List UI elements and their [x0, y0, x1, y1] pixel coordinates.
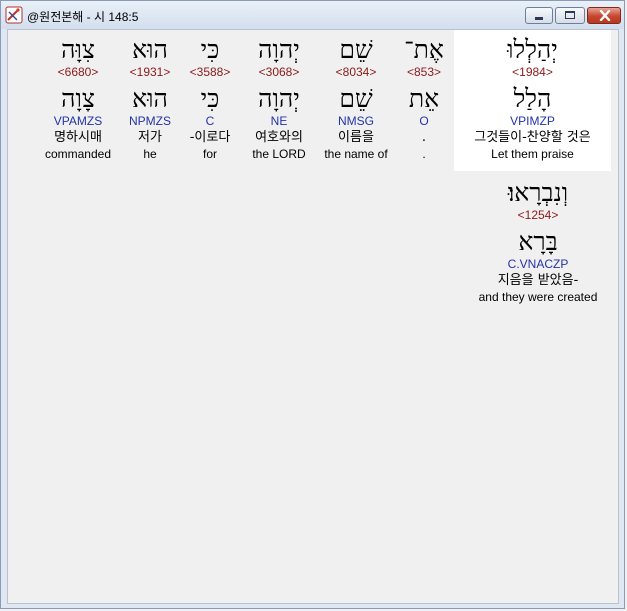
word-cell[interactable]: יְהוָה <3068> יְהוָה NE 여호와의 the LORD [242, 30, 316, 171]
close-button[interactable] [587, 7, 621, 24]
lemma-word: כִּי [200, 84, 220, 113]
korean-gloss: 저가 [138, 130, 162, 145]
lemma-word: הוּא [132, 84, 168, 113]
parse-code: NE [270, 114, 288, 128]
english-gloss: for [202, 147, 217, 161]
english-gloss: commanded [44, 147, 112, 161]
korean-gloss: -이로다 [189, 130, 231, 145]
lemma-word: שֵׁם [339, 84, 373, 113]
parse-code: O [419, 114, 429, 128]
strong-number-link[interactable]: <1931> [118, 65, 182, 80]
hebrew-word: וְנִבְרָאוּ׃ [507, 178, 569, 207]
window-title: @원전본해 - 시 148:5 [27, 10, 139, 24]
parse-code: VPAMZS [53, 114, 103, 128]
strong-number-link[interactable]: <8034> [316, 65, 396, 80]
strong-number-link[interactable]: <3068> [242, 65, 316, 80]
lemma-word: בָּרָא [518, 227, 558, 256]
english-gloss: Let them praise [491, 147, 574, 161]
korean-gloss: 그것들이-찬양할 것은 [474, 130, 591, 145]
parse-code: NMSG [338, 114, 374, 128]
lemma-word: הָלַל [513, 84, 552, 113]
hebrew-word: יְהוָה [258, 35, 300, 64]
word-cell[interactable]: שֵׁם <8034> שֵׁם NMSG 이름을 the name of [316, 30, 396, 171]
word-cell[interactable]: יְהַלְלוּ <1984> הָלַל VPIMZP 그것들이-찬양할 것… [454, 30, 611, 171]
verse-panel: יְהַלְלוּ <1984> הָלַל VPIMZP 그것들이-찬양할 것… [7, 29, 619, 604]
strong-number-link[interactable]: <853> [393, 65, 455, 80]
word-cell[interactable]: וְנִבְרָאוּ׃ <1254> בָּרָא C.VNACZP 지음을 … [463, 175, 613, 310]
app-logo-icon [5, 6, 23, 24]
korean-gloss: 여호와의 [255, 130, 303, 145]
hebrew-word: יְהַלְלוּ [507, 35, 558, 64]
word-cell[interactable]: אֶת־ <853> אֵת O . . [393, 30, 455, 171]
app-window: @원전본해 - 시 148:5 יְהַלְלוּ <1984> הָלַל V… [0, 0, 625, 609]
lemma-word: אֵת [408, 84, 440, 113]
strong-number-link[interactable]: <1984> [454, 65, 611, 80]
english-gloss: the name of [324, 147, 388, 161]
maximize-button[interactable] [555, 7, 585, 24]
korean-gloss: 명하시매 [54, 130, 102, 145]
title-bar[interactable]: @원전본해 - 시 148:5 [1, 1, 624, 29]
word-cell[interactable]: הוּא <1931> הוּא NPMZS 저가 he [118, 30, 182, 171]
hebrew-word: שֵׁם [339, 35, 373, 64]
close-icon [599, 10, 611, 21]
hebrew-word: כִּי [200, 35, 220, 64]
parse-code: C.VNACZP [507, 257, 569, 271]
english-gloss: . [422, 147, 426, 161]
english-gloss: and they were created [478, 290, 598, 304]
hebrew-word: צִוָּה [61, 35, 95, 64]
korean-gloss: 이름을 [338, 130, 374, 145]
parse-code: VPIMZP [510, 114, 555, 128]
word-cell[interactable]: צִוָּה <6680> צָוָה VPAMZS 명하시매 commande… [36, 30, 120, 171]
parse-code: C [205, 114, 215, 128]
strong-number-link[interactable]: <3588> [182, 65, 238, 80]
parse-code: NPMZS [129, 114, 171, 128]
korean-gloss: . [421, 130, 427, 145]
word-cell[interactable]: כִּי <3588> כִּי C -이로다 for [182, 30, 238, 171]
hebrew-word: הוּא [132, 35, 168, 64]
strong-number-link[interactable]: <6680> [36, 65, 120, 80]
lemma-word: צָוָה [61, 84, 95, 113]
lemma-word: יְהוָה [258, 84, 300, 113]
strong-number-link[interactable]: <1254> [463, 208, 613, 223]
korean-gloss: 지음을 받았음- [497, 273, 579, 288]
english-gloss: the LORD [252, 147, 306, 161]
hebrew-word: אֶת־ [404, 35, 444, 64]
minimize-button[interactable] [525, 7, 553, 24]
english-gloss: he [143, 147, 157, 161]
